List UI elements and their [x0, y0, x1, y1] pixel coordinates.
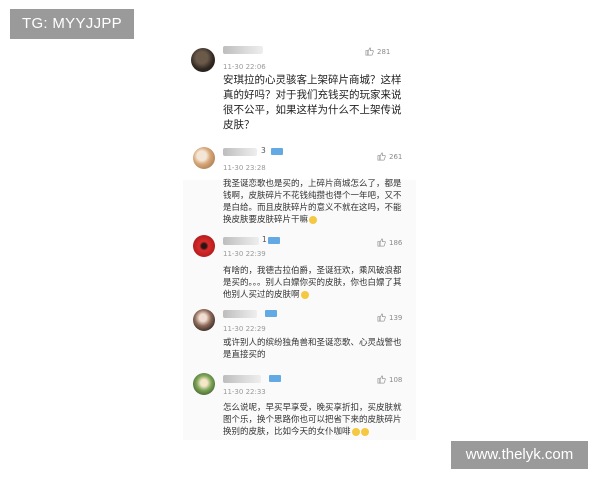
like-button[interactable]: 139: [377, 313, 402, 322]
like-count: 261: [389, 152, 403, 161]
blurred-username: [223, 46, 263, 54]
comment-screenshot: 11-30 22:06 281 安琪拉的心灵骇客上架碎片商城？这样真的好吗？对于…: [183, 40, 416, 440]
reply-time: 11-30 22:29: [223, 325, 266, 333]
flower-avatar[interactable]: [193, 147, 215, 169]
like-count: 108: [389, 375, 403, 384]
username-suffix: 1: [262, 235, 267, 244]
thumbs-up-icon: [377, 375, 386, 384]
thumbs-up-icon: [365, 47, 374, 56]
reply-text: 有啥的，我德古拉伯爵，圣诞狂欢，乘风破浪都是买的。。。别人白嫖你买的皮肤，你也白…: [223, 265, 409, 301]
watermark-site: www.thelyk.com: [451, 441, 588, 469]
blurred-username: [223, 148, 257, 156]
reply-text-content: 有啥的，我德古拉伯爵，圣诞狂欢，乘风破浪都是买的。。。别人白嫖你买的皮肤，你也白…: [223, 266, 402, 300]
watermark-tg: TG: MYYJJPP: [10, 9, 134, 39]
thumbs-up-icon: [377, 313, 386, 322]
like-button[interactable]: 261: [377, 152, 402, 161]
grin-emoji-icon: [360, 427, 369, 436]
reply-text: 或许别人的缤纷独角兽和圣诞恋歌、心灵战警也是直接买的: [223, 338, 402, 360]
user-avatar[interactable]: [191, 48, 215, 72]
reply-text-content: 怎么说呢，早买早享受，晚买享折扣，买皮肤就图个乐，换个思路你也可以把省下来的皮肤…: [223, 403, 402, 437]
reply-text: 我圣诞恋歌也是买的，上碎片商城怎么了，都是钱啊，皮肤碎片不花钱纯攒也得个一年吧，…: [223, 178, 409, 226]
blurred-username: [223, 237, 259, 245]
vip-badge: [269, 375, 281, 382]
red-mask-avatar[interactable]: [193, 235, 215, 257]
username-suffix: 3: [261, 146, 266, 155]
reply-time: 11-30 22:33: [223, 388, 266, 396]
vip-badge: [271, 148, 283, 155]
vip-badge: [265, 310, 277, 317]
smile-emoji-icon: [300, 290, 309, 299]
vip-badge: [268, 237, 280, 244]
girl-avatar[interactable]: [193, 309, 215, 331]
reply-time: 11-30 23:28: [223, 164, 266, 172]
smile-emoji-icon: [309, 215, 318, 224]
like-count: 139: [389, 313, 403, 322]
thumbs-up-icon: [377, 152, 386, 161]
blurred-username: [223, 375, 261, 383]
green-character-avatar[interactable]: [193, 373, 215, 395]
grin-emoji-icon: [351, 427, 360, 436]
thumbs-up-icon: [377, 238, 386, 247]
reply-text: 怎么说呢，早买早享受，晚买享折扣，买皮肤就图个乐，换个思路你也可以把省下来的皮肤…: [223, 402, 409, 438]
like-button[interactable]: 281: [365, 47, 390, 56]
like-count: 186: [389, 238, 403, 247]
comment-time: 11-30 22:06: [223, 63, 266, 71]
blurred-username: [223, 310, 257, 318]
like-button[interactable]: 186: [377, 238, 402, 247]
like-button[interactable]: 108: [377, 375, 402, 384]
like-count: 281: [377, 47, 391, 56]
comment-text: 安琪拉的心灵骇客上架碎片商城？这样真的好吗？对于我们充钱买的玩家来说很不公平，如…: [223, 74, 402, 131]
reply-time: 11-30 22:39: [223, 250, 266, 258]
